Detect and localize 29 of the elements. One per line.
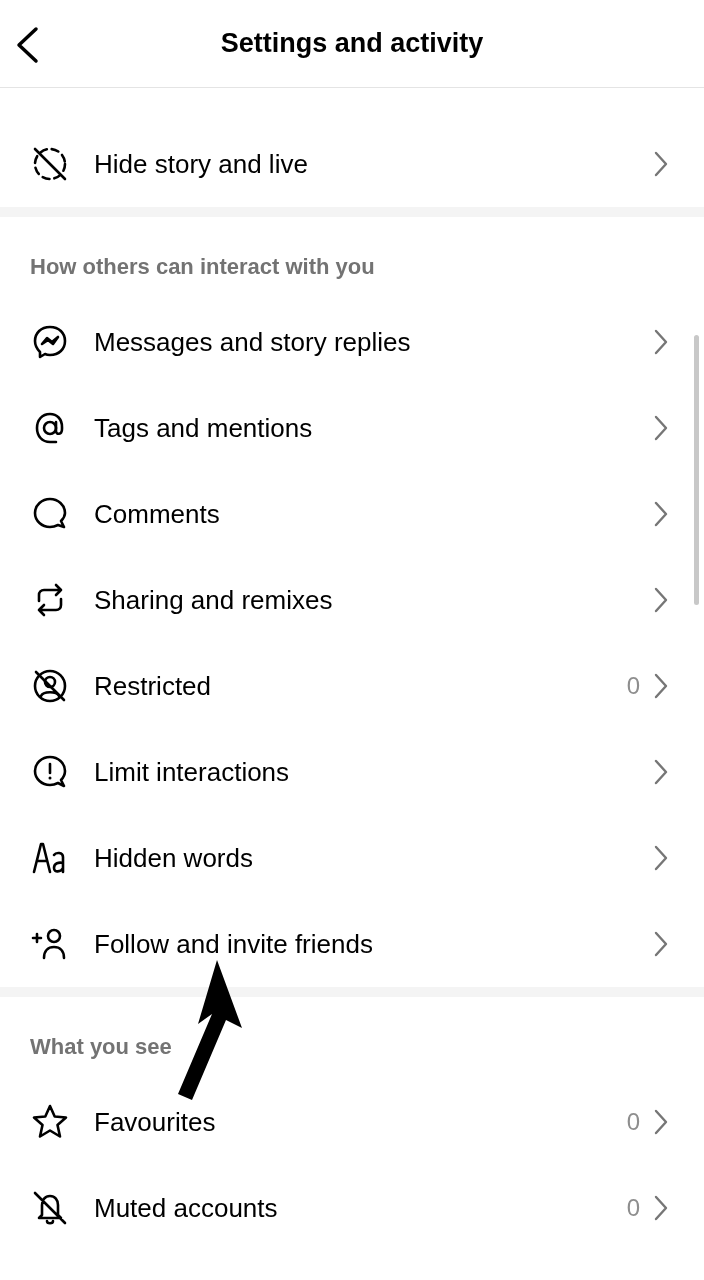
chevron-icon [654,415,668,441]
menu-item[interactable]: Hidden words [94,838,654,878]
menu-item[interactable]: Muted accounts [94,1188,627,1228]
count-text: 0 [626,1193,640,1223]
menu-item[interactable]: Sharing and remixes [94,580,654,620]
count-text: 0 [626,671,640,701]
chevron-icon [654,501,668,527]
menu-item[interactable]: Favourites [94,1102,627,1142]
chevron-icon [654,1195,668,1221]
chevron-icon [654,759,668,785]
page-title: Settings and activity [220,27,484,61]
chevron-icon [654,1109,668,1135]
menu-item[interactable]: Restricted [94,666,627,706]
section-header: How others can interact with you [30,253,375,281]
chevron-icon [654,151,668,177]
menu-item[interactable]: Messages and story replies [94,322,654,362]
menu-item[interactable]: Hide story and live [94,144,654,184]
menu-item[interactable]: Tags and mentions [94,408,654,448]
section-header: What you see [30,1033,172,1061]
menu-item[interactable]: Limit interactions [94,752,654,792]
chevron-icon [654,329,668,355]
chevron-icon [654,673,668,699]
chevron-icon [654,845,668,871]
chevron-icon [654,587,668,613]
back-icon[interactable] [14,26,40,64]
count-text: 0 [626,1107,640,1137]
menu-item[interactable]: Comments [94,494,654,534]
chevron-icon [654,931,668,957]
menu-item[interactable]: Follow and invite friends [94,924,654,964]
